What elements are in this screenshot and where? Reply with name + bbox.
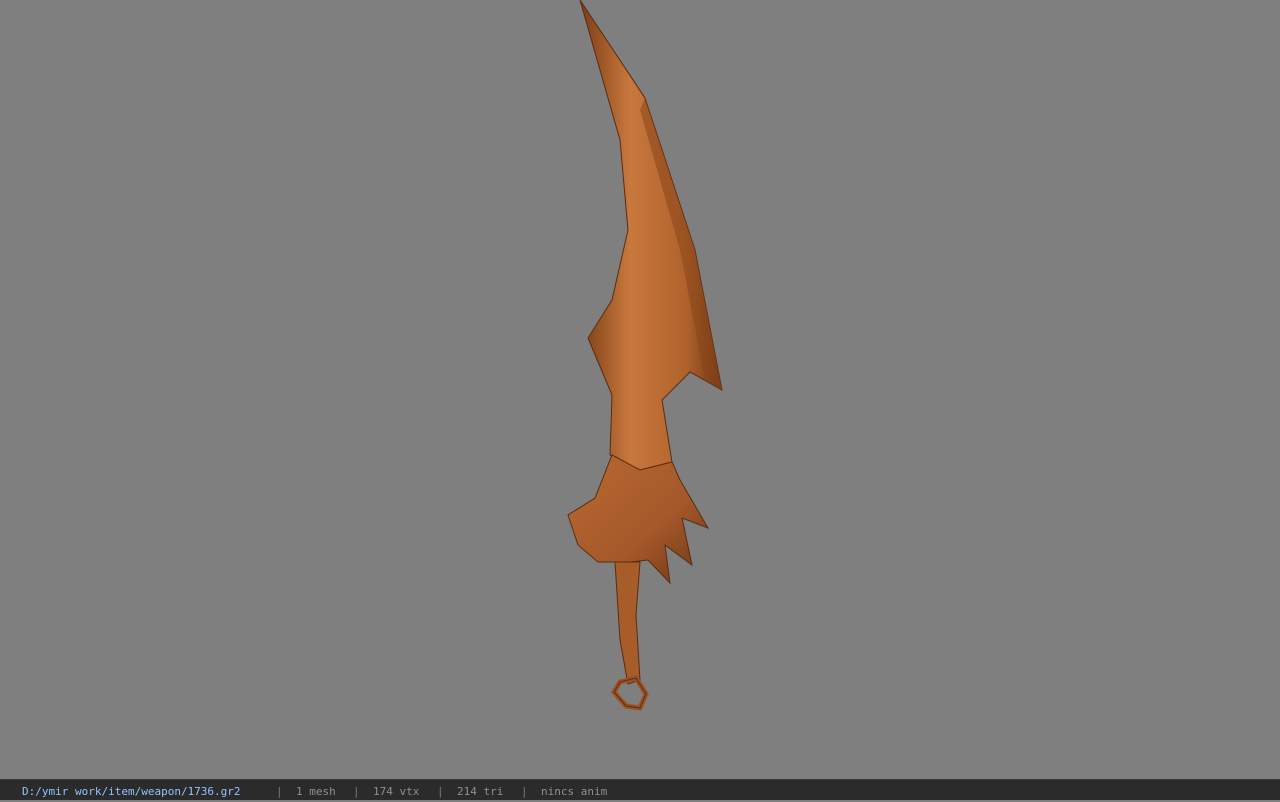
weapon-model: [567, 0, 723, 711]
separator: |: [276, 785, 283, 798]
anim-status: nincs anim: [541, 785, 608, 798]
file-path: D:/ymir work/item/weapon/1736.gr2: [22, 785, 241, 798]
triangle-count: 214 tri: [457, 785, 504, 798]
separator: |: [521, 785, 528, 798]
handle: [614, 561, 641, 685]
mesh-count: 1 mesh: [296, 785, 336, 798]
status-bar: D:/ymir work/item/weapon/1736.gr2 | 1 me…: [0, 779, 1280, 800]
3d-viewport[interactable]: [0, 0, 1280, 779]
blade: [579, 0, 723, 471]
vertex-count: 174 vtx: [373, 785, 420, 798]
separator: |: [353, 785, 360, 798]
separator: |: [437, 785, 444, 798]
